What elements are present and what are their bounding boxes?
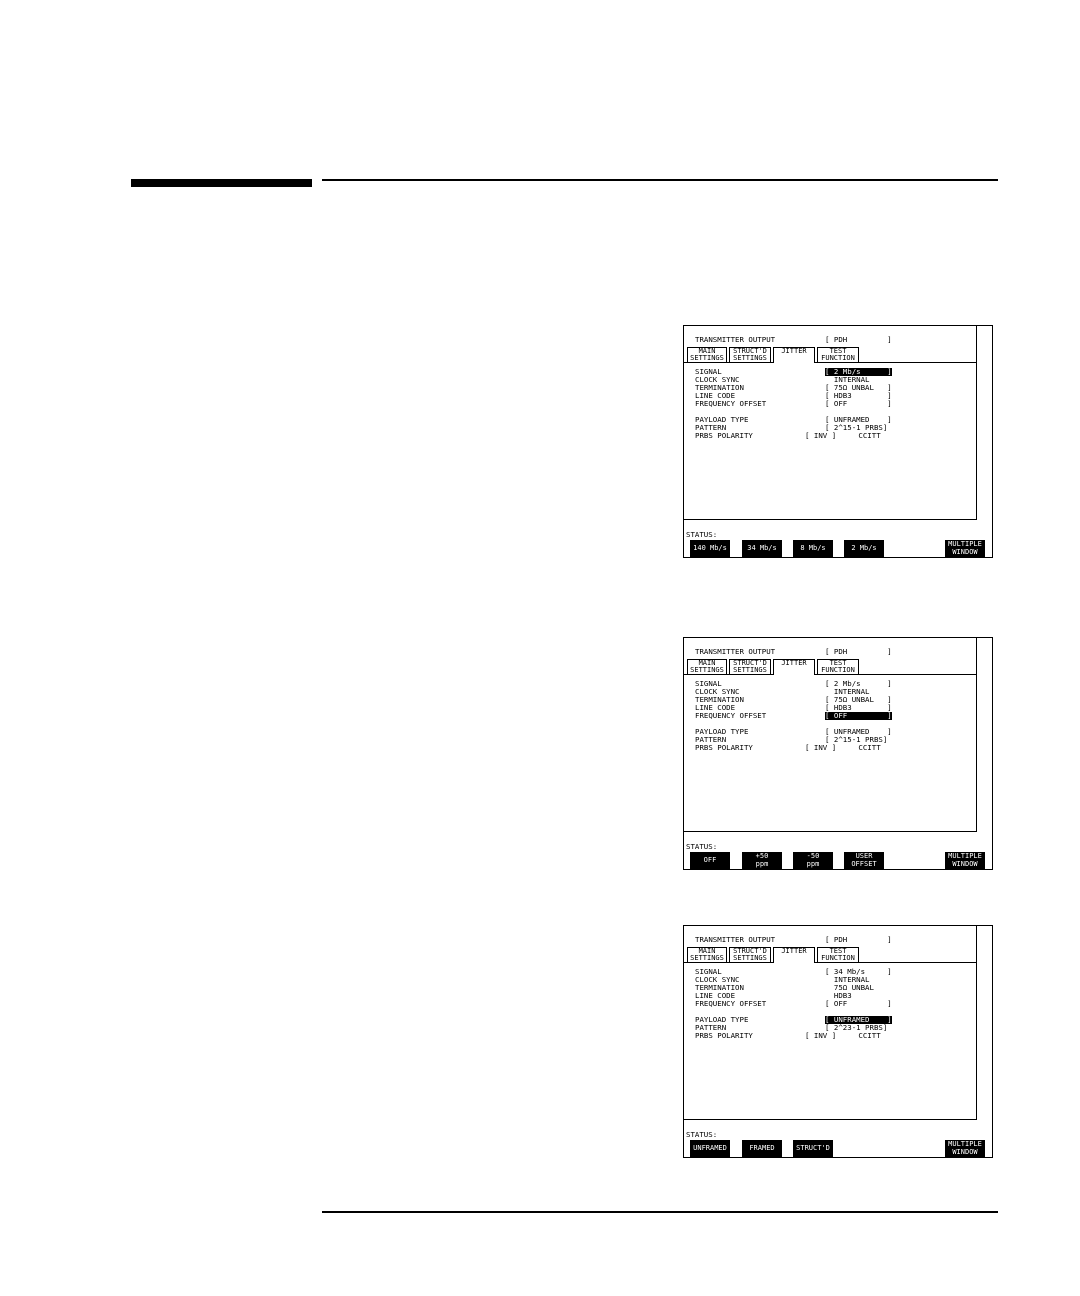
softkey-0[interactable]: OFF (690, 852, 730, 869)
tab-label-line1: JITTER (781, 347, 807, 355)
instrument-screen-3: TRANSMITTER OUTPUT[ PDH ] MAIN SETTINGS STR… (683, 925, 993, 1158)
tab-3[interactable]: TEST FUNCTION (817, 659, 859, 675)
instrument-screen-1: TRANSMITTER OUTPUT [ PDH ] MAIN SETTINGS STR… (683, 325, 993, 558)
transmitter-output-value[interactable]: [ PDH ] (825, 935, 892, 944)
transmitter-output-label: TRANSMITTER OUTPUT (695, 647, 776, 656)
param-value[interactable]: [ INV ] CCITT (805, 743, 881, 752)
softkey-label-line1: 2 Mb/s (851, 543, 877, 552)
softkey-1[interactable]: FRAMED (742, 1140, 782, 1157)
tab-label-line2: FUNCTION (821, 954, 855, 963)
status-line: STATUS: (686, 1130, 718, 1139)
softkey-label-line1: 140 Mb/s (693, 543, 727, 552)
tab-1[interactable]: STRUCT'D SETTINGS (729, 659, 771, 675)
tab-label-line2: SETTINGS (690, 354, 724, 363)
softkey-label-line2: WINDOW (952, 547, 978, 556)
param-label: PRBS POLARITY (695, 743, 753, 752)
tab-label-line2: SETTINGS (733, 354, 767, 363)
softkey-4[interactable]: MULTIPLE WINDOW (945, 540, 985, 557)
tab-label-line1: JITTER (781, 659, 807, 667)
softkey-label-line1: UNFRAMED (693, 1143, 727, 1152)
tab-label-line2: SETTINGS (733, 954, 767, 963)
tab-3[interactable]: TEST FUNCTION (817, 947, 859, 963)
instrument-screen-2: TRANSMITTER OUTPUT [ PDH ] MAIN SETTINGS STR… (683, 637, 993, 870)
tab-2[interactable]: JITTER (773, 659, 815, 675)
param-value[interactable]: [ OFF ] (825, 999, 892, 1008)
param-value[interactable]: [ OFF ] (825, 711, 892, 721)
softkey-3[interactable]: 2 Mb/s (844, 540, 884, 557)
softkey-label-line1: FRAMED (749, 1143, 775, 1152)
tab-0[interactable]: MAIN SETTINGS (687, 947, 727, 963)
softkey-1[interactable]: 34 Mb/s (742, 540, 782, 557)
param-label: FREQUENCY OFFSET (695, 711, 767, 720)
softkey-4[interactable]: MULTIPLE WINDOW (945, 1140, 985, 1157)
softkey-1[interactable]: +50 ppm (742, 852, 782, 869)
softkey-label-line1: STRUCT'D (796, 1143, 830, 1152)
softkey-label-line2: WINDOW (952, 1147, 978, 1156)
param-value[interactable]: [ INV ] CCITT (805, 1031, 881, 1040)
softkey-label-line1: OFF (703, 855, 717, 864)
softkey-4[interactable]: MULTIPLE WINDOW (945, 852, 985, 869)
softkey-2[interactable]: STRUCT'D (793, 1140, 833, 1157)
tab-3[interactable]: TEST FUNCTION (817, 347, 859, 363)
tab-1[interactable]: STRUCT'D SETTINGS (729, 947, 771, 963)
status-line: STATUS: (686, 530, 718, 539)
tab-label-line2: SETTINGS (690, 954, 724, 963)
tab-1[interactable]: STRUCT'D SETTINGS (729, 347, 771, 363)
footer-rule (322, 1211, 998, 1213)
header-rule (322, 179, 998, 181)
softkey-0[interactable]: 140 Mb/s (690, 540, 730, 557)
softkey-2[interactable]: -50 ppm (793, 852, 833, 869)
section-marker-bar (131, 179, 312, 187)
param-label: FREQUENCY OFFSET (695, 399, 767, 408)
transmitter-output-value[interactable]: [ PDH ] (825, 335, 892, 344)
transmitter-output-label: TRANSMITTER OUTPUT (695, 335, 776, 344)
param-label: PRBS POLARITY (695, 431, 753, 440)
tab-label-line2: SETTINGS (690, 666, 724, 675)
softkey-label-line1: 34 Mb/s (747, 543, 777, 552)
param-label: PRBS POLARITY (695, 1031, 753, 1040)
tab-2[interactable]: JITTER (773, 947, 815, 963)
tab-label-line2: SETTINGS (733, 666, 767, 675)
tab-0[interactable]: MAIN SETTINGS (687, 659, 727, 675)
tab-2[interactable]: JITTER (773, 347, 815, 363)
softkey-label-line2: ppm (806, 859, 820, 868)
tab-label-line2: FUNCTION (821, 666, 855, 675)
tab-label-line1: JITTER (781, 947, 807, 955)
param-value[interactable]: [ OFF ] (825, 399, 892, 408)
tab-label-line2: FUNCTION (821, 354, 855, 363)
transmitter-output-label: TRANSMITTER OUTPUT (695, 935, 776, 944)
status-line: STATUS: (686, 842, 718, 851)
param-value[interactable]: [ INV ] CCITT (805, 431, 881, 440)
softkey-3[interactable]: USER OFFSET (844, 852, 884, 869)
softkey-label-line2: ppm (755, 859, 769, 868)
param-label: FREQUENCY OFFSET (695, 999, 767, 1008)
softkey-2[interactable]: 8 Mb/s (793, 540, 833, 557)
softkey-label-line2: WINDOW (952, 859, 978, 868)
softkey-label-line2: OFFSET (851, 859, 877, 868)
tab-0[interactable]: MAIN SETTINGS (687, 347, 727, 363)
softkey-label-line1: 8 Mb/s (800, 543, 826, 552)
transmitter-output-value[interactable]: [ PDH ] (825, 647, 892, 656)
softkey-0[interactable]: UNFRAMED (690, 1140, 730, 1157)
